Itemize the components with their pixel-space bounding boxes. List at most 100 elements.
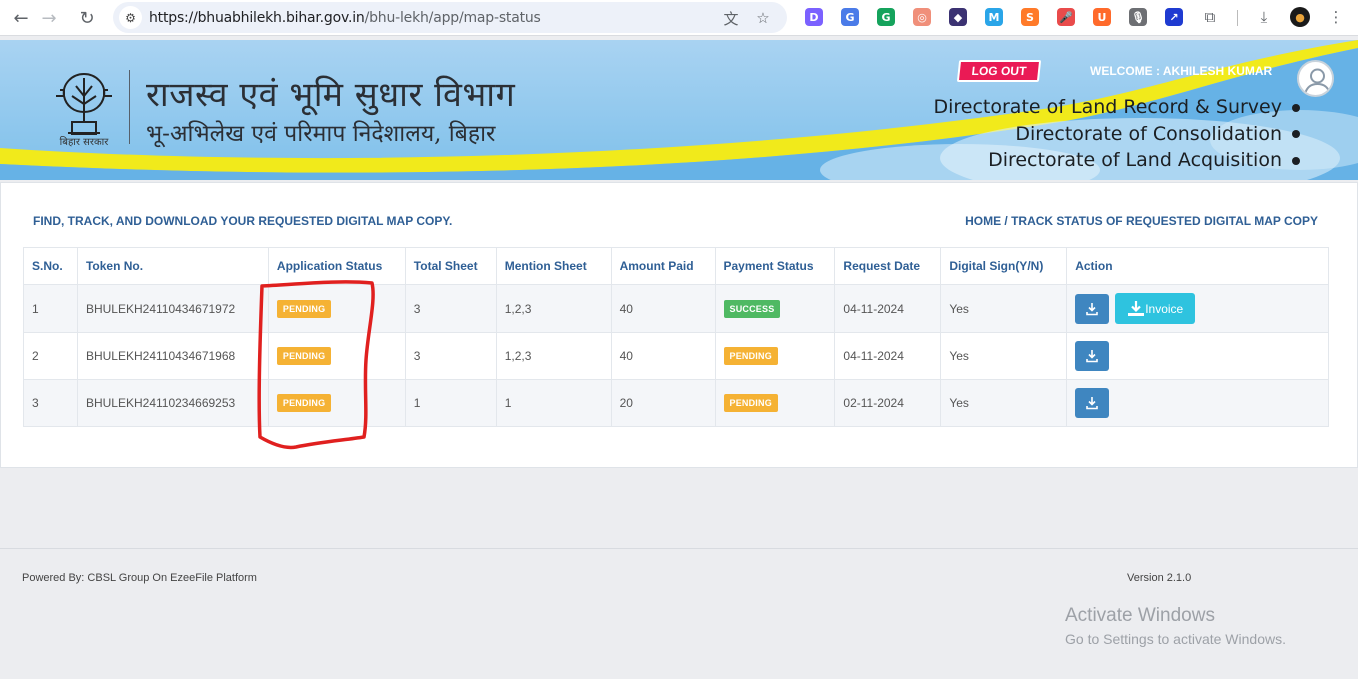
table-row: 2 BHULEKH24110434671968 PENDING 3 1,2,3 … [23, 332, 1329, 380]
translate-ext-icon[interactable]: G [841, 8, 859, 26]
menu-kebab-icon[interactable]: ⋮ [1326, 7, 1346, 27]
table-header-row: S.No. Token No. Application Status Total… [23, 247, 1329, 285]
activate-windows-title: Activate Windows [1065, 605, 1215, 626]
page-heading: FIND, TRACK, AND DOWNLOAD YOUR REQUESTED… [33, 214, 453, 228]
u-ext-icon[interactable]: U [1093, 8, 1111, 26]
url-text[interactable]: https://bhuabhilekh.bihar.gov.in/bhu-lek… [149, 10, 541, 26]
directorate-item[interactable]: Directorate of Land Acquisition [933, 147, 1300, 174]
directorate-label: Directorate of Land Acquisition [988, 149, 1282, 171]
powered-by-text: Powered By: CBSL Group On EzeeFile Platf… [22, 572, 257, 584]
bullet-icon [1292, 130, 1300, 138]
site-footer: Powered By: CBSL Group On EzeeFile Platf… [0, 548, 1358, 679]
column-header: Token No. [76, 247, 269, 285]
downloads-icon[interactable]: ⤓ [1254, 7, 1274, 27]
payment-status-badge: PENDING [723, 394, 778, 412]
application-status-badge: PENDING [276, 347, 332, 365]
serial-number-cell: 2 [23, 332, 78, 380]
profile-avatar-icon[interactable]: ● [1290, 7, 1310, 27]
amount-paid-cell: 40 [610, 332, 716, 380]
invoice-label: Invoice [1145, 301, 1184, 316]
site-info-icon[interactable]: ⚙ [119, 6, 142, 29]
token-number-cell: BHULEKH24110434671972 [76, 284, 269, 333]
activate-windows-subtitle: Go to Settings to activate Windows. [1065, 631, 1286, 647]
mention-sheet-cell: 1,2,3 [495, 284, 612, 333]
address-bar[interactable]: ⚙ https://bhuabhilekh.bihar.gov.in/bhu-l… [113, 2, 787, 33]
application-status-badge: PENDING [276, 394, 332, 412]
payment-status-cell: SUCCESS [714, 284, 836, 333]
forward-arrow-icon[interactable]: → [37, 6, 61, 30]
extensions-puzzle-icon[interactable]: ⧉ [1200, 7, 1220, 27]
version-text: Version 2.1.0 [1127, 572, 1192, 584]
download-button[interactable] [1075, 293, 1110, 324]
logout-button[interactable]: LOG OUT [956, 60, 1042, 82]
payment-status-cell: PENDING [714, 332, 836, 380]
chart-ext-icon[interactable]: ↗ [1165, 8, 1183, 26]
back-arrow-icon[interactable]: ← [9, 6, 33, 30]
user-avatar-icon[interactable] [1297, 60, 1334, 97]
request-date-cell: 04-11-2024 [834, 284, 942, 333]
browser-toolbar: ← → ↻ ⚙ https://bhuabhilekh.bihar.gov.in… [0, 0, 1358, 36]
voice-ext-icon[interactable]: 🎙 [1129, 8, 1147, 26]
mic-ext-icon[interactable]: 🎤 [1057, 8, 1075, 26]
translate-icon[interactable]: 文 [721, 8, 741, 28]
application-status-cell: PENDING [267, 284, 406, 333]
grammarly-ext-icon[interactable]: G [877, 8, 895, 26]
download-icon [1086, 397, 1099, 410]
download-icon [1128, 300, 1145, 316]
download-button[interactable] [1075, 388, 1110, 418]
digital-sign-cell: Yes [940, 332, 1068, 380]
column-header: Digital Sign(Y/N) [940, 247, 1068, 285]
column-header: Action [1066, 247, 1329, 285]
payment-status-badge: PENDING [723, 347, 778, 365]
download-icon [1086, 302, 1099, 315]
mention-sheet-cell: 1 [495, 379, 612, 427]
digital-sign-cell: Yes [940, 379, 1068, 427]
token-number-cell: BHULEKH24110434671968 [76, 332, 269, 380]
total-sheet-cell: 3 [404, 284, 497, 333]
url-path: /bhu-lekh/app/map-status [364, 10, 541, 26]
invoice-button[interactable]: Invoice [1115, 293, 1196, 324]
table-row: 1 BHULEKH24110434671972 PENDING 3 1,2,3 … [23, 284, 1329, 333]
bookmark-star-icon[interactable]: ☆ [753, 8, 773, 28]
m-ext-icon[interactable]: M [985, 8, 1003, 26]
payment-status-cell: PENDING [714, 379, 836, 427]
directorate-item[interactable]: Directorate of Consolidation [933, 121, 1300, 148]
camera-ext-icon[interactable]: ◎ [913, 8, 931, 26]
toolbar-divider [1237, 10, 1238, 26]
column-header: Amount Paid [610, 247, 716, 285]
amount-paid-cell: 20 [610, 379, 716, 427]
serial-number-cell: 3 [23, 379, 78, 427]
map-status-table: S.No. Token No. Application Status Total… [23, 247, 1329, 427]
action-cell: Invoice [1066, 284, 1329, 333]
directorate-item[interactable]: Directorate of Land Record & Survey [933, 94, 1300, 121]
breadcrumb[interactable]: HOME / TRACK STATUS OF REQUESTED DIGITAL… [965, 214, 1318, 228]
column-header: S.No. [23, 247, 78, 285]
request-date-cell: 02-11-2024 [834, 379, 942, 427]
download-button[interactable] [1075, 341, 1110, 371]
map-status-panel: FIND, TRACK, AND DOWNLOAD YOUR REQUESTED… [0, 182, 1358, 468]
emblem-caption: बिहार सरकार [59, 137, 109, 148]
site-header-banner: बिहार सरकार राजस्व एवं भूमि सुधार विभाग … [0, 40, 1358, 180]
application-status-cell: PENDING [267, 379, 406, 427]
department-subtitle: भू-अभिलेख एवं परिमाप निदेशालय, बिहार [146, 121, 496, 147]
s-ext-icon[interactable]: S [1021, 8, 1039, 26]
download-icon [1086, 350, 1099, 363]
request-date-cell: 04-11-2024 [834, 332, 942, 380]
puzzle-bird-ext-icon[interactable]: ◆ [949, 8, 967, 26]
column-header: Request Date [834, 247, 942, 285]
total-sheet-cell: 3 [404, 332, 497, 380]
total-sheet-cell: 1 [404, 379, 497, 427]
directorates-list: Directorate of Land Record & Survey Dire… [933, 94, 1300, 174]
welcome-user-text: WELCOME : AKHILESH KUMAR [1090, 64, 1273, 78]
action-cell [1066, 332, 1329, 380]
amount-paid-cell: 40 [610, 284, 716, 333]
digital-sign-cell: Yes [940, 284, 1068, 333]
column-header: Application Status [267, 247, 406, 285]
table-row: 3 BHULEKH24110234669253 PENDING 1 1 20 P… [23, 379, 1329, 427]
bullet-icon [1292, 156, 1300, 165]
header-separator [129, 70, 130, 144]
d-ext-icon[interactable]: D [805, 8, 823, 26]
application-status-cell: PENDING [267, 332, 406, 380]
bullet-icon [1292, 103, 1300, 112]
reload-icon[interactable]: ↻ [75, 6, 99, 30]
